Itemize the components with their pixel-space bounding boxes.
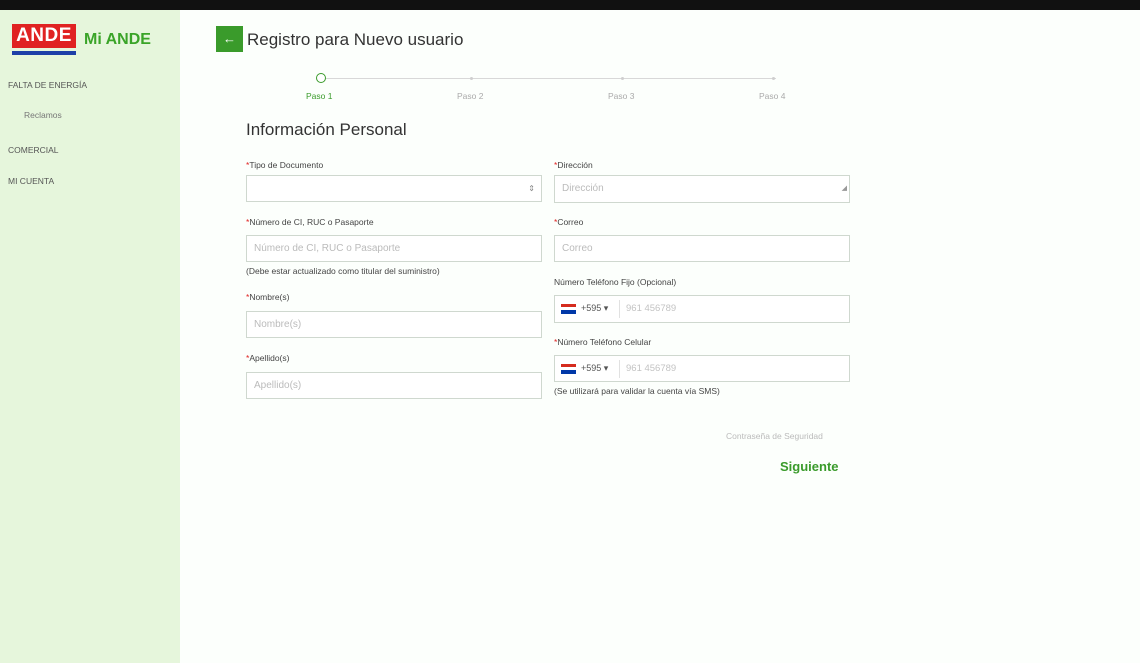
step-3-indicator (621, 77, 624, 80)
telefono-celular-input[interactable]: +595 ▾ 961 456789 (554, 355, 850, 382)
country-code-text: +595 ▾ (581, 363, 609, 373)
nombres-label-text: Nombre(s) (249, 292, 290, 302)
tipo-documento-select[interactable]: ⇕ (246, 175, 542, 202)
section-title: Información Personal (246, 120, 407, 139)
app-name: Mi ANDE (84, 31, 151, 48)
sidebar: ANDE Mi ANDE FALTA DE ENERGÍA Reclamos C… (0, 10, 180, 663)
numero-documento-label-text: Número de CI, RUC o Pasaporte (249, 217, 374, 227)
next-button[interactable]: Siguiente (780, 459, 839, 474)
apellidos-placeholder: Apellido(s) (254, 380, 302, 391)
step-2-indicator (470, 77, 473, 80)
main-content: ← Registro para Nuevo usuario Paso 1 Pas… (180, 10, 1140, 663)
country-code-selector[interactable]: +595 ▾ (561, 356, 608, 381)
tipo-documento-label-text: Tipo de Documento (249, 160, 324, 170)
apellidos-label-text: Apellido(s) (249, 353, 290, 363)
telefono-fijo-label: Número Teléfono Fijo (Opcional) (554, 277, 677, 287)
ande-logo: ANDE (12, 24, 76, 48)
telefono-celular-label-text: Número Teléfono Celular (557, 337, 652, 347)
sidebar-item-mi-cuenta[interactable]: MI CUENTA (8, 176, 54, 186)
nombres-label: *Nombre(s) (246, 292, 289, 302)
logo-stripe (12, 51, 76, 55)
numero-documento-label: *Número de CI, RUC o Pasaporte (246, 217, 374, 227)
back-button[interactable]: ← (216, 26, 243, 52)
divider (619, 300, 620, 318)
step-2-label: Paso 2 (457, 91, 484, 101)
stepper-track (326, 78, 776, 79)
sidebar-item-falta-de-energia[interactable]: FALTA DE ENERGÍA (8, 80, 87, 90)
nombres-placeholder: Nombre(s) (254, 319, 302, 330)
numero-documento-hint: (Debe estar actualizado como titular del… (246, 266, 440, 276)
paraguay-flag-icon (561, 363, 576, 374)
step-4-indicator (772, 77, 775, 80)
correo-input[interactable]: Correo (554, 235, 850, 262)
security-password-link[interactable]: Contraseña de Seguridad (726, 431, 823, 441)
direccion-label: *Dirección (554, 160, 593, 170)
step-4-label: Paso 4 (759, 91, 786, 101)
telefono-fijo-input[interactable]: +595 ▾ 961 456789 (554, 295, 850, 323)
sidebar-item-comercial[interactable]: COMERCIAL (8, 145, 59, 155)
select-arrows-icon: ⇕ (528, 184, 535, 193)
country-code-selector[interactable]: +595 ▾ (561, 296, 608, 321)
correo-label-text: Correo (557, 217, 584, 227)
direccion-placeholder: Dirección (562, 183, 604, 194)
correo-label: *Correo (554, 217, 583, 227)
country-code-text: +595 ▾ (581, 303, 609, 313)
direccion-textarea[interactable]: Dirección ◢ (554, 175, 850, 203)
step-1-label: Paso 1 (306, 91, 333, 101)
nombres-input[interactable]: Nombre(s) (246, 311, 542, 338)
arrow-left-icon: ← (223, 31, 236, 46)
numero-documento-input[interactable]: Número de CI, RUC o Pasaporte (246, 235, 542, 262)
apellidos-input[interactable]: Apellido(s) (246, 372, 542, 399)
window-top-bar (0, 0, 1140, 10)
sidebar-item-reclamos[interactable]: Reclamos (24, 110, 62, 120)
tipo-documento-label: *Tipo de Documento (246, 160, 323, 170)
telefono-celular-placeholder: 961 456789 (626, 363, 677, 374)
direccion-label-text: Dirección (557, 160, 593, 170)
apellidos-label: *Apellido(s) (246, 353, 289, 363)
paraguay-flag-icon (561, 303, 576, 314)
telefono-celular-label: *Número Teléfono Celular (554, 337, 651, 347)
page-title: Registro para Nuevo usuario (247, 30, 464, 49)
step-3-label: Paso 3 (608, 91, 635, 101)
step-1-indicator (316, 73, 326, 83)
telefono-fijo-placeholder: 961 456789 (626, 303, 677, 314)
correo-placeholder: Correo (562, 243, 593, 254)
numero-documento-placeholder: Número de CI, RUC o Pasaporte (254, 243, 401, 254)
resize-handle-icon[interactable]: ◢ (842, 176, 847, 201)
telefono-celular-hint: (Se utilizará para validar la cuenta vía… (554, 386, 720, 396)
divider (619, 360, 620, 378)
brand[interactable]: ANDE Mi ANDE (12, 23, 151, 55)
